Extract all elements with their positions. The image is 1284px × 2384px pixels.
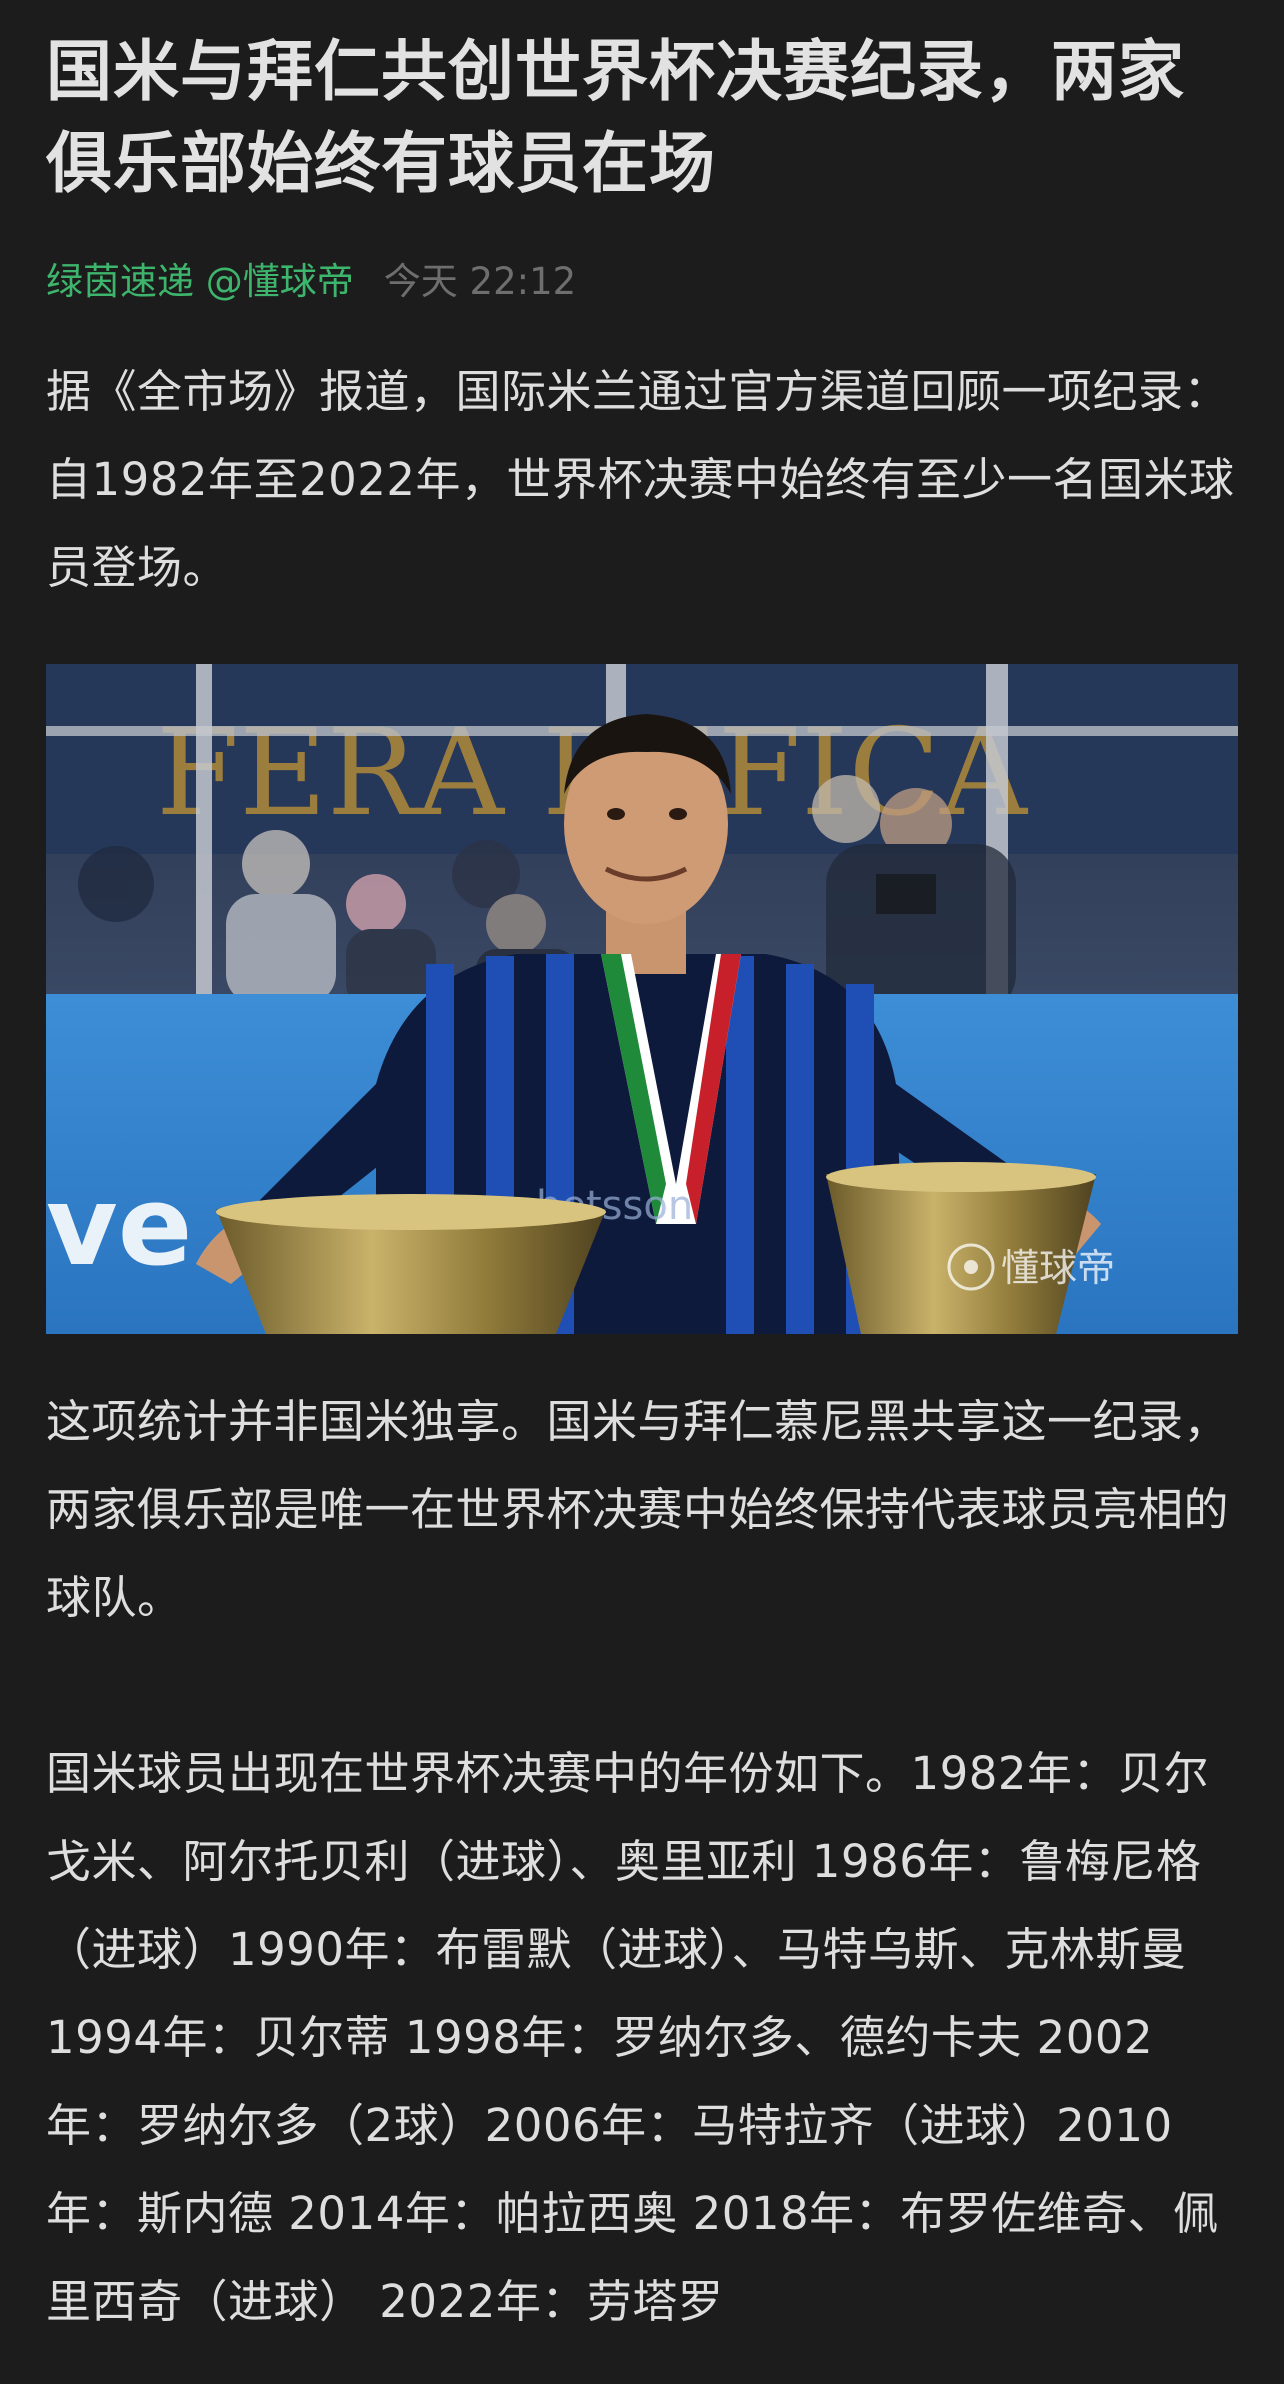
article: 国米与拜仁共创世界杯决赛纪录，两家俱乐部始终有球员在场 绿茵速递 @懂球帝 今天… <box>0 0 1284 2346</box>
paragraph-1: 据《全市场》报道，国际米兰通过官方渠道回顾一项纪录：自1982年至2022年，世… <box>46 365 1235 594</box>
article-meta: 绿茵速递 @懂球帝 今天 22:12 <box>46 248 1238 308</box>
paragraph-2: 这项统计并非国米独享。国米与拜仁慕尼黑共享这一纪录，两家俱乐部是唯一在世界杯决赛… <box>46 1395 1230 1624</box>
board-text: ve <box>46 1162 192 1290</box>
article-photo[interactable]: FERA BEFICA ve betsson 懂球帝 <box>46 664 1238 1334</box>
watermark: 懂球帝 <box>1001 1246 1115 1290</box>
author-link[interactable]: 绿茵速递 @懂球帝 <box>46 251 354 305</box>
publish-time: 今天 22:12 <box>383 260 577 303</box>
article-title: 国米与拜仁共创世界杯决赛纪录，两家俱乐部始终有球员在场 <box>46 33 1185 202</box>
paragraph-3: 国米球员出现在世界杯决赛中的年份如下。1982年：贝尔戈米、阿尔托贝利（进球）、… <box>46 1747 1219 2328</box>
